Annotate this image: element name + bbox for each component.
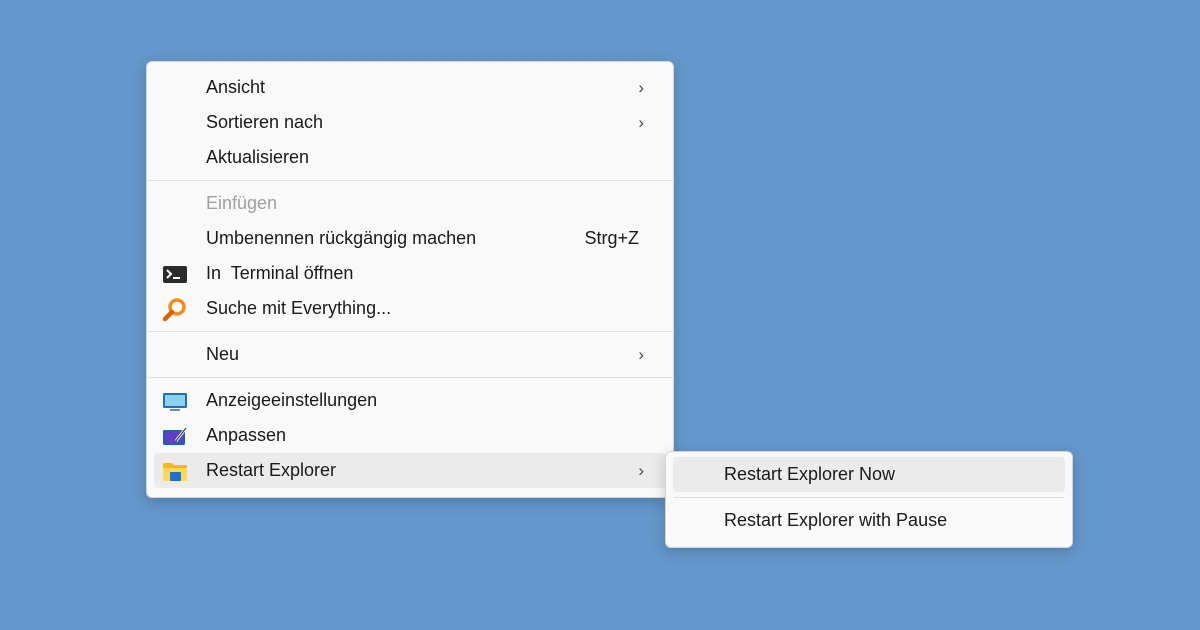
menu-item-ansicht[interactable]: Ansicht › bbox=[154, 70, 666, 105]
menu-item-label: Sortieren nach bbox=[206, 112, 324, 132]
restart-explorer-submenu: Restart Explorer Now Restart Explorer wi… bbox=[665, 451, 1073, 548]
menu-item-label: Restart Explorer Now bbox=[724, 464, 896, 484]
desktop-context-menu: Ansicht › Sortieren nach › Aktualisieren… bbox=[146, 61, 674, 498]
menu-separator bbox=[674, 497, 1064, 498]
menu-item-label: Umbenennen rückgängig machen bbox=[206, 228, 477, 248]
folder-icon bbox=[162, 460, 188, 482]
menu-item-label: Suche mit Everything... bbox=[206, 298, 392, 318]
menu-item-label: Aktualisieren bbox=[206, 147, 310, 167]
menu-item-anzeigeeinstellungen[interactable]: Anzeigeeinstellungen bbox=[154, 383, 666, 418]
submenu-item-restart-explorer-now[interactable]: Restart Explorer Now bbox=[673, 457, 1065, 492]
menu-item-label: Ansicht bbox=[206, 77, 266, 97]
everything-search-icon bbox=[162, 298, 188, 322]
menu-item-label: Restart Explorer bbox=[206, 460, 337, 480]
menu-item-restart-explorer[interactable]: Restart Explorer › bbox=[154, 453, 666, 488]
menu-separator bbox=[147, 377, 673, 378]
menu-item-anpassen[interactable]: Anpassen bbox=[154, 418, 666, 453]
menu-item-label: Neu bbox=[206, 344, 240, 364]
chevron-right-icon: › bbox=[638, 345, 644, 364]
menu-separator bbox=[147, 331, 673, 332]
chevron-right-icon: › bbox=[638, 461, 644, 480]
display-settings-icon bbox=[162, 390, 188, 412]
menu-item-einfuegen: Einfügen bbox=[154, 186, 666, 221]
chevron-right-icon: › bbox=[638, 113, 644, 132]
menu-item-label: In Terminal öffnen bbox=[206, 263, 354, 283]
terminal-icon bbox=[162, 263, 188, 285]
menu-item-label: Anpassen bbox=[206, 425, 287, 445]
menu-item-neu[interactable]: Neu › bbox=[154, 337, 666, 372]
personalize-icon bbox=[162, 425, 188, 447]
chevron-right-icon: › bbox=[638, 78, 644, 97]
menu-item-aktualisieren[interactable]: Aktualisieren bbox=[154, 140, 666, 175]
menu-item-label: Einfügen bbox=[206, 193, 278, 213]
menu-item-umbenennen-rueckgaengig[interactable]: Umbenennen rückgängig machen Strg+Z bbox=[154, 221, 666, 256]
menu-item-terminal-oeffnen[interactable]: In Terminal öffnen bbox=[154, 256, 666, 291]
menu-item-label: Anzeigeeinstellungen bbox=[206, 390, 378, 410]
menu-item-label: Restart Explorer with Pause bbox=[724, 510, 948, 530]
submenu-item-restart-explorer-with-pause[interactable]: Restart Explorer with Pause bbox=[673, 503, 1065, 538]
menu-item-shortcut: Strg+Z bbox=[584, 228, 639, 248]
menu-item-suche-mit-everything[interactable]: Suche mit Everything... bbox=[154, 291, 666, 326]
menu-item-sortieren-nach[interactable]: Sortieren nach › bbox=[154, 105, 666, 140]
menu-separator bbox=[147, 180, 673, 181]
